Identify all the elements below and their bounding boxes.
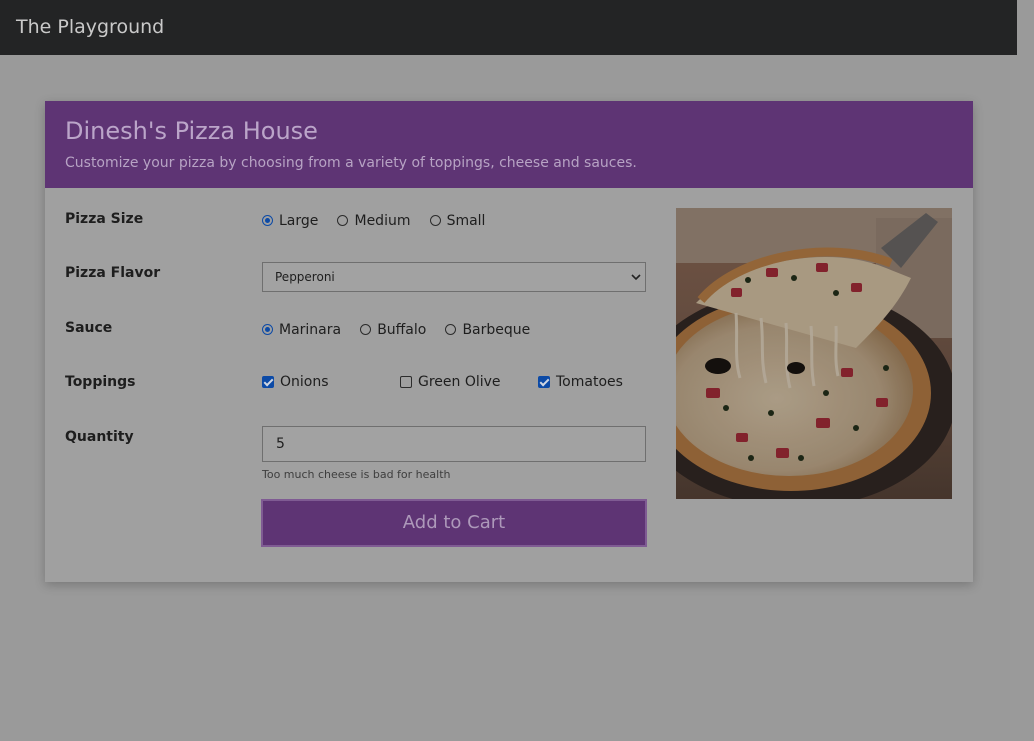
sauce-barbeque-label: Barbeque bbox=[462, 321, 531, 338]
card-subtitle: Customize your pizza by choosing from a … bbox=[65, 155, 637, 171]
brand-title[interactable]: The Playground bbox=[16, 16, 164, 38]
topping-onions-checkbox[interactable] bbox=[262, 376, 274, 388]
navbar: The Playground bbox=[0, 0, 1017, 55]
sauce-option-buffalo[interactable]: Buffalo bbox=[360, 322, 426, 338]
pizza-order-card: Dinesh's Pizza House Customize your pizz… bbox=[45, 101, 973, 582]
pizza-size-label: Pizza Size bbox=[65, 211, 144, 227]
topping-green-olive-checkbox[interactable] bbox=[400, 376, 412, 388]
sauce-marinara-radio[interactable] bbox=[262, 324, 273, 335]
topping-onions-label: Onions bbox=[280, 374, 329, 390]
topping-tomatoes-label: Tomatoes bbox=[556, 374, 623, 390]
size-large-radio[interactable] bbox=[262, 215, 273, 226]
sauce-marinara-label: Marinara bbox=[279, 321, 342, 338]
pizza-flavor-label: Pizza Flavor bbox=[65, 265, 161, 281]
sauce-options: Marinara Buffalo Barbeque bbox=[262, 320, 544, 339]
topping-green-olive-label: Green Olive bbox=[418, 374, 501, 390]
sauce-buffalo-radio[interactable] bbox=[360, 324, 372, 335]
topping-option-onions[interactable]: Onions bbox=[262, 374, 329, 390]
card-header: Dinesh's Pizza House Customize your pizz… bbox=[45, 101, 973, 188]
card-title: Dinesh's Pizza House bbox=[65, 117, 318, 145]
sauce-option-marinara[interactable]: Marinara bbox=[262, 322, 341, 338]
size-large-label: Large bbox=[279, 212, 319, 229]
sauce-buffalo-label: Buffalo bbox=[377, 321, 427, 338]
chevron-down-icon[interactable] bbox=[631, 263, 641, 302]
size-small-radio[interactable] bbox=[429, 215, 441, 226]
flavor-selected-value: Pepperoni bbox=[275, 270, 335, 284]
size-option-medium[interactable]: Medium bbox=[337, 213, 410, 229]
flavor-select[interactable]: Pepperoni bbox=[262, 262, 646, 292]
quantity-help-text: Too much cheese is bad for health bbox=[262, 468, 451, 481]
quantity-label: Quantity bbox=[65, 429, 134, 445]
size-medium-radio[interactable] bbox=[337, 215, 349, 226]
topping-option-green-olive[interactable]: Green Olive bbox=[400, 374, 501, 390]
size-medium-label: Medium bbox=[354, 212, 411, 229]
size-option-small[interactable]: Small bbox=[429, 212, 486, 229]
sauce-barbeque-radio[interactable] bbox=[445, 324, 457, 335]
add-to-cart-button[interactable]: Add to Cart bbox=[261, 499, 647, 547]
toppings-label: Toppings bbox=[65, 374, 136, 390]
sauce-option-barbeque[interactable]: Barbeque bbox=[445, 322, 530, 338]
pizza-illustration bbox=[676, 208, 952, 499]
topping-option-tomatoes[interactable]: Tomatoes bbox=[538, 374, 623, 390]
size-option-large[interactable]: Large bbox=[262, 213, 318, 229]
pizza-size-options: Large Medium Small bbox=[262, 211, 499, 230]
pizza-image bbox=[676, 208, 952, 499]
size-small-label: Small bbox=[446, 212, 486, 229]
topping-tomatoes-checkbox[interactable] bbox=[538, 376, 550, 388]
sauce-label: Sauce bbox=[65, 320, 113, 336]
quantity-input[interactable]: 5 bbox=[262, 426, 646, 462]
